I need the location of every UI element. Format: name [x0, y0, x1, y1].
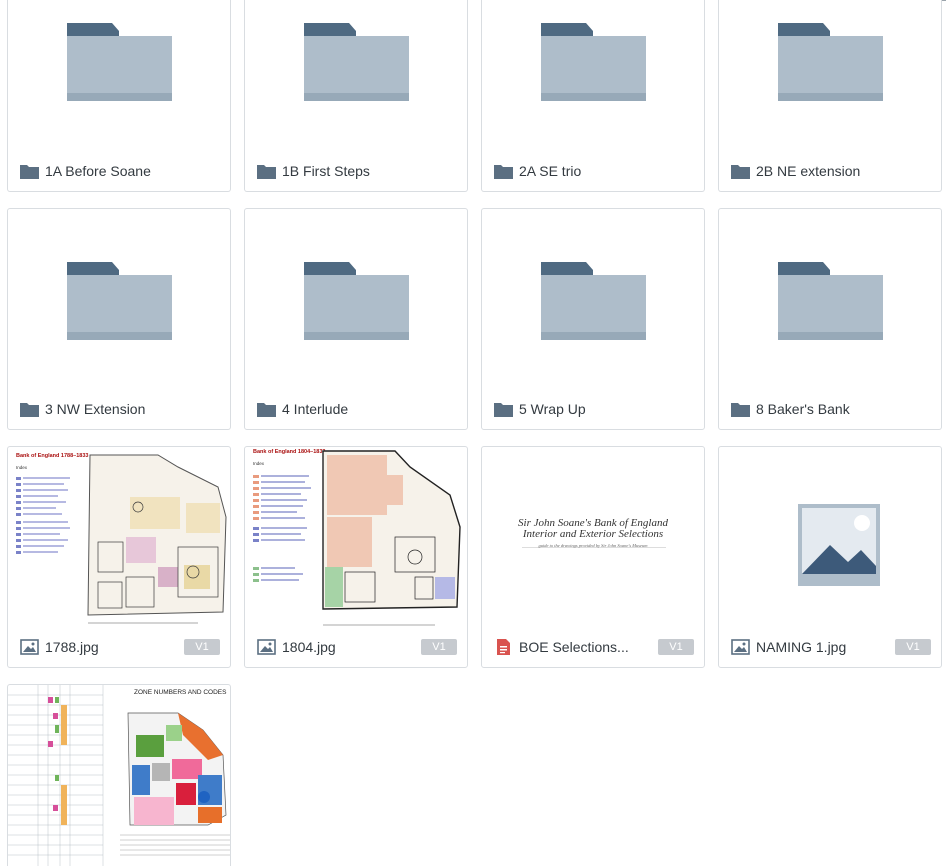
version-badge[interactable]: V1 [421, 639, 457, 655]
folder-tile[interactable]: 8 Baker's Bank [718, 208, 942, 430]
folder-name: 4 Interlude [282, 401, 349, 417]
folder-name: 2A SE trio [519, 163, 582, 179]
folder-thumbnail [8, 209, 230, 391]
file-tile[interactable]: Bank of England 1804–1833 Index 1804.jpg… [244, 446, 468, 668]
folder-large-icon [778, 262, 883, 340]
folder-large-icon [541, 23, 646, 101]
folder-icon [257, 165, 276, 179]
image-icon [20, 639, 39, 655]
folder-name: 2B NE extension [756, 163, 861, 179]
folder-thumbnail [719, 0, 941, 152]
folder-icon [257, 403, 276, 417]
file-name: 1788.jpg [45, 639, 99, 655]
file-tile[interactable]: NAMING 1.jpg V1 [718, 446, 942, 668]
folder-thumbnail [482, 0, 704, 152]
folder-tile[interactable]: 2B NE extension [718, 0, 942, 192]
folder-large-icon [304, 23, 409, 101]
folder-icon [731, 165, 750, 179]
folder-thumbnail [719, 209, 941, 391]
folder-thumbnail [245, 0, 467, 152]
folder-tile[interactable]: 3 NW Extension [7, 208, 231, 430]
file-thumbnail [719, 447, 941, 629]
folder-icon [731, 403, 750, 417]
folder-tile[interactable]: 1B First Steps [244, 0, 468, 192]
file-thumbnail: ZONE NUMBERS AND CODES [8, 685, 230, 866]
version-badge[interactable]: V1 [895, 639, 931, 655]
version-badge[interactable]: V1 [184, 639, 220, 655]
plan-title: Bank of England 1788–1833 [16, 453, 88, 459]
floor-plan-image: Bank of England 1804–1833 Index [253, 449, 461, 626]
file-thumbnail: Sir John Soane's Bank of England Interio… [482, 447, 704, 629]
file-name: 1804.jpg [282, 639, 336, 655]
folder-tile[interactable]: 2A SE trio [481, 0, 705, 192]
folder-icon [20, 403, 39, 417]
image-icon [257, 639, 276, 655]
pdf-preview-caption: guide to the drawings provided by Sir Jo… [538, 543, 648, 548]
file-tile[interactable]: Sir John Soane's Bank of England Interio… [481, 446, 705, 668]
folder-icon [494, 165, 513, 179]
file-thumbnail: Bank of England 1788–1833 Index [8, 447, 230, 629]
file-tile[interactable]: ZONE NUMBERS AND CODES [7, 684, 231, 866]
folder-tile[interactable]: 5 Wrap Up [481, 208, 705, 430]
folder-large-icon [304, 262, 409, 340]
folder-tile[interactable]: 1A Before Soane [7, 0, 231, 192]
file-tile[interactable]: Bank of England 1788–1833 Index 1788.jpg… [7, 446, 231, 668]
plan-index-label: Index [253, 461, 265, 466]
folder-icon [494, 403, 513, 417]
zone-plan-title: ZONE NUMBERS AND CODES [134, 689, 227, 696]
pdf-icon [497, 639, 510, 655]
folder-large-icon [541, 262, 646, 340]
file-name: BOE Selections... [519, 639, 629, 655]
folder-thumbnail [482, 209, 704, 391]
folder-large-icon [778, 23, 883, 101]
version-badge[interactable]: V1 [658, 639, 694, 655]
folder-thumbnail [8, 0, 230, 152]
zone-plan-image: ZONE NUMBERS AND CODES [8, 685, 230, 866]
folder-large-icon [67, 23, 172, 101]
file-name: NAMING 1.jpg [756, 639, 847, 655]
folder-tile[interactable]: 4 Interlude [244, 208, 468, 430]
folder-thumbnail [245, 209, 467, 391]
folder-name: 3 NW Extension [45, 401, 146, 417]
folder-icon [20, 165, 39, 179]
plan-index-label: Index [16, 465, 28, 470]
folder-name: 1A Before Soane [45, 163, 151, 179]
image-icon [731, 639, 750, 655]
floor-plan-image: Bank of England 1788–1833 Index [16, 453, 227, 624]
folder-large-icon [67, 262, 172, 340]
file-thumbnail: Bank of England 1804–1833 Index [245, 447, 467, 629]
folder-name: 5 Wrap Up [519, 401, 586, 417]
plan-title: Bank of England 1804–1833 [253, 449, 325, 455]
image-placeholder-icon [798, 504, 880, 586]
folder-name: 1B First Steps [282, 163, 370, 179]
folder-name: 8 Baker's Bank [756, 401, 850, 417]
pdf-preview-subtitle: Interior and Exterior Selections [522, 528, 664, 540]
